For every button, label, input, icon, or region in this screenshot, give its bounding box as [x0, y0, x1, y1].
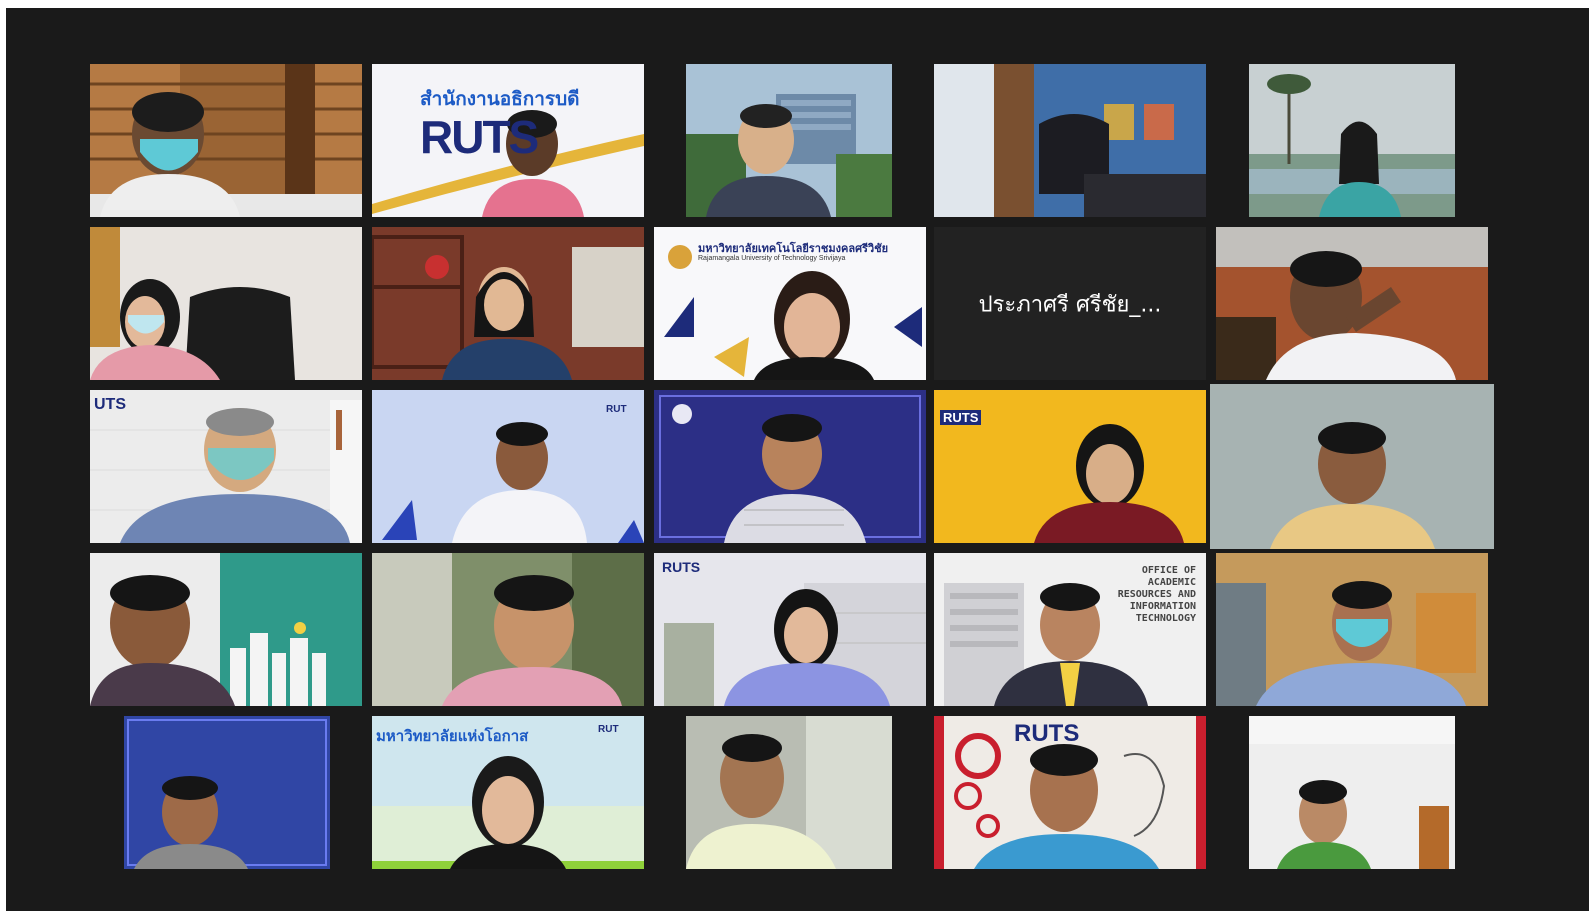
participant-video-13	[654, 390, 926, 543]
participant-tile-13[interactable]	[654, 390, 926, 543]
participant-tile-11[interactable]: UTS	[90, 390, 362, 543]
office-line-3: RESOURCES AND	[1117, 589, 1196, 600]
participant-tile-6[interactable]	[90, 227, 362, 380]
participant-tile-25[interactable]	[1249, 716, 1455, 869]
participant-video-17	[372, 553, 644, 706]
tile-2-ruts-logo: RUTS	[420, 111, 539, 163]
participant-video-4	[934, 64, 1206, 217]
tile-22-slogan: มหาวิทยาลัยแห่งโอกาส	[376, 728, 529, 745]
tile-22-ruts-logo: RUT	[598, 724, 619, 735]
participant-tile-1[interactable]	[90, 64, 362, 217]
office-line-5: TECHNOLOGY	[1135, 613, 1196, 624]
participant-tile-24[interactable]: RUTS	[934, 716, 1206, 869]
participant-tile-10[interactable]	[1216, 227, 1488, 380]
participant-tile-19[interactable]: OFFICE OF ACADEMIC RESOURCES AND INFORMA…	[934, 553, 1206, 706]
participant-tile-9[interactable]: ประภาศรี ศรีชัย_...	[934, 227, 1206, 380]
participant-video-11	[90, 390, 362, 543]
participant-tile-12[interactable]: RUT	[372, 390, 644, 543]
participant-tile-16[interactable]	[90, 553, 362, 706]
tile-8-university-english: Rajamangala University of Technology Sri…	[698, 255, 846, 262]
tile-18-ruts-logo: RUTS	[662, 559, 701, 575]
participant-video-6	[90, 227, 362, 380]
office-line-4: INFORMATION	[1129, 601, 1196, 612]
participant-video-25	[1249, 716, 1455, 869]
participant-tile-14[interactable]: RUTS	[934, 390, 1206, 543]
participant-tile-21[interactable]	[124, 716, 330, 869]
participant-video-12	[372, 390, 644, 543]
participant-video-7	[372, 227, 644, 380]
tile-12-ruts-logo: RUT	[606, 404, 627, 415]
participant-video-20	[1216, 553, 1488, 706]
office-line-2: ACADEMIC	[1147, 577, 1196, 588]
participant-tile-23[interactable]	[686, 716, 892, 869]
tile-19-office-title: OFFICE OF ACADEMIC RESOURCES AND INFORMA…	[1118, 565, 1196, 625]
participant-video-21	[124, 716, 330, 869]
participant-video-5	[1249, 64, 1455, 217]
participant-tile-15-active-speaker[interactable]	[1210, 384, 1494, 549]
participant-tile-8[interactable]: มหาวิทยาลัยเทคโนโลยีราชมงคลศรีวิชัย Raja…	[654, 227, 926, 380]
participant-video-15	[1210, 384, 1494, 549]
tile-11-uts-logo: UTS	[94, 396, 126, 413]
participant-video-3	[686, 64, 892, 217]
participant-tile-5[interactable]	[1249, 64, 1455, 217]
participant-tile-2[interactable]: สำนักงานอธิการบดี RUTS	[372, 64, 644, 217]
participant-name-9: ประภาศรี ศรีชัย_...	[978, 292, 1162, 317]
participant-tile-7[interactable]	[372, 227, 644, 380]
participant-video-18	[654, 553, 926, 706]
participant-video-10	[1216, 227, 1488, 380]
tile-14-ruts-logo: RUTS	[940, 410, 982, 425]
participant-tile-3[interactable]	[686, 64, 892, 217]
participant-video-16	[90, 553, 362, 706]
participant-tile-22[interactable]: มหาวิทยาลัยแห่งโอกาส RUT	[372, 716, 644, 869]
participant-video-1	[90, 64, 362, 217]
participant-tile-18[interactable]: RUTS	[654, 553, 926, 706]
office-line-1: OFFICE OF	[1141, 565, 1196, 576]
participant-tile-4[interactable]	[934, 64, 1206, 217]
participant-tile-17[interactable]	[372, 553, 644, 706]
participant-video-23	[686, 716, 892, 869]
participant-tile-20[interactable]	[1216, 553, 1488, 706]
meeting-gallery-view: สำนักงานอธิการบดี RUTS มหาวิทยาลัยเทคโนโ…	[6, 8, 1589, 911]
tile-24-ruts-logo: RUTS	[1014, 720, 1080, 747]
